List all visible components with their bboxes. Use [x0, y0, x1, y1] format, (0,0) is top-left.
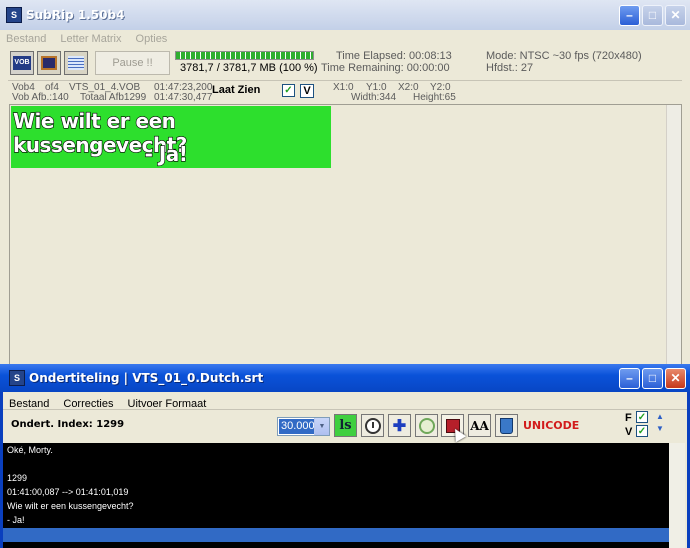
- subtitle-text-editor[interactable]: Oké, Morty. 1299 01:41:00,087 --> 01:41:…: [3, 443, 669, 548]
- subtitle-minimize-button[interactable]: –: [619, 367, 640, 389]
- f-label: F: [625, 412, 632, 424]
- laat-zien-label: Laat Zien: [212, 84, 261, 96]
- minimize-button[interactable]: –: [619, 4, 640, 26]
- main-window-title: SubRip 1.50b4: [26, 8, 125, 22]
- menu-letter-matrix[interactable]: Letter Matrix: [60, 33, 121, 45]
- editor-line: Wie wilt er een kussengevecht?: [7, 501, 134, 511]
- vob-button[interactable]: VOB: [10, 51, 34, 75]
- preview-line-2: - Ja!: [144, 141, 189, 166]
- editor-line: Oké, Morty.: [7, 445, 53, 455]
- maximize-button[interactable]: □: [642, 4, 663, 26]
- v-label: V: [625, 426, 633, 438]
- arrow-down-icon[interactable]: ▼: [654, 424, 666, 436]
- editor-line: - Ja!: [7, 515, 25, 525]
- editor-line: 01:41:00,087 --> 01:41:01,019: [7, 487, 129, 497]
- vob-position-2: 01:47:30,477: [154, 92, 213, 103]
- subtitle-close-button[interactable]: ✕: [665, 367, 686, 389]
- mode-label: Mode: NTSC ~30 fps (720x480): [486, 50, 642, 62]
- editor-line: 1299: [7, 473, 28, 483]
- no-entry-icon: [418, 417, 435, 434]
- v-checkbox[interactable]: ✓: [636, 425, 648, 437]
- subtitle-scrollbar[interactable]: [669, 443, 685, 548]
- laat-zien-checkbox[interactable]: ✓: [282, 84, 295, 97]
- lines-icon: [68, 56, 84, 70]
- subtitle-maximize-button[interactable]: □: [642, 367, 663, 389]
- time-elapsed: Time Elapsed: 00:08:13: [336, 50, 452, 62]
- subtitle-app-icon: S: [9, 370, 25, 386]
- vob-afb: Vob Afb.:140: [12, 92, 69, 103]
- puzzle-icon: ✚: [392, 417, 407, 435]
- font-button[interactable]: AA: [468, 414, 491, 437]
- subtitle-titlebar[interactable]: S Ondertiteling | VTS_01_0.Dutch.srt – □…: [0, 364, 690, 392]
- progress-bar: [175, 51, 314, 60]
- fps-select[interactable]: 30.000 ▼: [277, 417, 330, 436]
- divider: [8, 80, 682, 81]
- subrip-app-icon: S: [6, 7, 22, 23]
- trash-icon: [500, 417, 513, 434]
- close-button[interactable]: ✕: [665, 4, 686, 26]
- sub-menu-correcties[interactable]: Correcties: [63, 398, 113, 410]
- main-menubar: Bestand Letter Matrix Opties: [0, 30, 690, 47]
- chevron-down-icon[interactable]: ▼: [314, 418, 329, 435]
- totaal-afb: Totaal Afb1299: [80, 92, 147, 103]
- subtitle-window-title: Ondertiteling | VTS_01_0.Dutch.srt: [29, 371, 264, 385]
- spellcheck-button[interactable]: ✚: [388, 414, 411, 437]
- spin-buttons[interactable]: ▲ ▼: [654, 412, 666, 436]
- font-icon: AA: [470, 418, 489, 433]
- subtitle-image-preview: Wie wilt er een kussengevecht? - Ja!: [11, 106, 331, 168]
- delete-button[interactable]: [495, 414, 518, 437]
- ls-icon: ls: [339, 418, 352, 433]
- open-image-button[interactable]: [37, 51, 61, 75]
- sub-menu-uitvoer-formaat[interactable]: Uitvoer Formaat: [128, 398, 207, 410]
- main-titlebar[interactable]: S SubRip 1.50b4 – □ ✕: [0, 0, 690, 30]
- unicode-label: UNICODE: [523, 419, 580, 432]
- f-checkbox[interactable]: ✓: [636, 411, 648, 423]
- hfdst-label: Hfdst.: 27: [486, 62, 534, 74]
- fps-value: 30.000: [279, 419, 317, 434]
- v-button[interactable]: V: [300, 84, 314, 98]
- height-label: Height:65: [413, 92, 456, 103]
- main-scrollbar[interactable]: [666, 105, 681, 365]
- width-label: Width:344: [351, 92, 397, 103]
- ls-button[interactable]: ls: [334, 414, 357, 437]
- film-icon: [41, 56, 57, 70]
- disabled-button[interactable]: [415, 414, 438, 437]
- subtitle-index-label: Ondert. Index: 1299: [11, 419, 125, 430]
- sub-menu-bestand[interactable]: Bestand: [9, 398, 49, 410]
- pause-button[interactable]: Pause !!: [95, 51, 170, 75]
- time-remaining: Time Remaining: 00:00:00: [321, 62, 450, 74]
- clock-icon: [364, 417, 381, 434]
- sub-divider: [3, 409, 687, 410]
- selected-line-highlight: [3, 528, 669, 542]
- arrow-up-icon[interactable]: ▲: [654, 412, 666, 424]
- menu-bestand[interactable]: Bestand: [6, 33, 46, 45]
- progress-text: 3781,7 / 3781,7 MB (100 %): [180, 62, 318, 74]
- text-button[interactable]: [64, 51, 88, 75]
- clock-button[interactable]: [361, 414, 384, 437]
- menu-opties[interactable]: Opties: [136, 33, 168, 45]
